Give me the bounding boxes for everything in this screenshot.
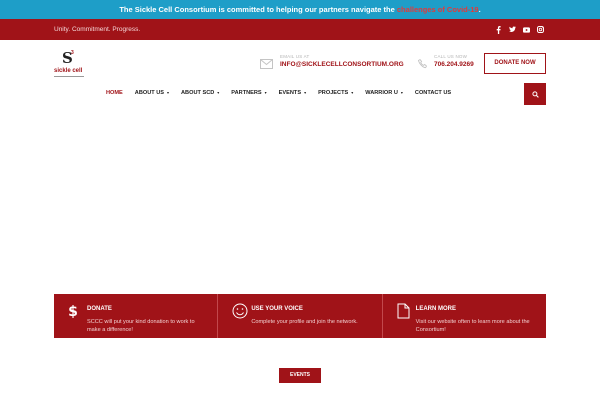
phone-label: CALL US NOW	[434, 54, 468, 59]
logo-superscript: 3	[71, 50, 74, 56]
nav-item-about-scd[interactable]: ABOUT SCD ▾	[175, 88, 225, 98]
nav-item-label: CONTACT US	[414, 90, 452, 96]
nav-item-label: EVENTS	[278, 90, 302, 96]
cta-item-donate[interactable]: $ DONATE SCCC will put your kind donatio…	[54, 294, 219, 338]
nav-item-warrior-u[interactable]: WARRIOR U ▾	[359, 88, 409, 98]
nav-item-partners[interactable]: PARTNERS ▾	[225, 88, 272, 98]
cta-title: USE YOUR VOICE	[251, 306, 303, 312]
search-button[interactable]	[524, 83, 546, 105]
phone-contact: CALL US NOW 706.204.9269	[417, 54, 488, 74]
chevron-down-icon: ▾	[400, 90, 403, 95]
chevron-down-icon: ▾	[304, 90, 307, 95]
smiley-icon	[232, 303, 248, 324]
nav-item-projects[interactable]: PROJECTS ▾	[312, 88, 359, 98]
email-label: EMAIL US AT	[280, 54, 310, 59]
nav-item-home[interactable]: HOME	[100, 88, 129, 98]
covid-challenges-link[interactable]: challenges of Covid-19	[397, 5, 479, 14]
top-bar: Unity. Commitment. Progress.	[0, 19, 600, 40]
announcement-suffix: .	[478, 5, 481, 14]
cta-item-voice[interactable]: USE YOUR VOICE Complete your profile and…	[218, 294, 383, 338]
instagram-icon[interactable]	[537, 26, 544, 33]
chevron-down-icon: ▾	[217, 90, 220, 95]
cta-title: LEARN MORE	[415, 306, 456, 312]
nav-item-label: PROJECTS	[318, 90, 349, 96]
youtube-icon[interactable]	[523, 26, 530, 33]
phone-icon	[417, 56, 428, 74]
twitter-icon[interactable]	[509, 26, 516, 33]
events-button[interactable]: EVENTS	[279, 368, 321, 383]
envelope-icon	[260, 56, 273, 74]
email-contact: EMAIL US AT INFO@SICKLECELLCONSORTIUM.OR…	[260, 54, 420, 74]
search-icon	[531, 85, 539, 103]
nav-item-contact-us[interactable]: CONTACT US	[409, 88, 457, 98]
donate-now-button[interactable]: DONATE NOW	[484, 53, 546, 74]
chevron-down-icon: ▾	[351, 90, 354, 95]
cta-body: Complete your profile and join the netwo…	[251, 319, 358, 325]
logo-underline	[54, 76, 84, 77]
nav-item-label: PARTNERS	[231, 90, 262, 96]
chevron-down-icon: ▾	[264, 90, 267, 95]
facebook-icon[interactable]	[495, 25, 502, 34]
hero-area	[0, 112, 600, 294]
cta-item-learn[interactable]: LEARN MORE Visit our website often to le…	[383, 294, 546, 338]
document-icon	[397, 303, 410, 324]
site-header: S 3 sickle cell EMAIL US AT INFO@SICKLEC…	[0, 40, 600, 112]
dollar-icon: $	[68, 303, 78, 324]
nav-item-label: HOME	[106, 90, 123, 96]
cta-title: DONATE	[87, 306, 112, 312]
main-nav: HOME ABOUT US ▾ ABOUT SCD ▾ PARTNERS ▾ EVENTS ▾ P…	[100, 88, 457, 98]
nav-item-events[interactable]: EVENTS ▾	[273, 88, 312, 98]
nav-item-label: ABOUT SCD	[181, 90, 215, 96]
site-logo[interactable]: S 3 sickle cell	[54, 50, 86, 81]
email-link[interactable]: INFO@SICKLECELLCONSORTIUM.ORG	[280, 61, 404, 68]
social-links	[495, 19, 544, 40]
phone-link[interactable]: 706.204.9269	[434, 61, 474, 68]
cta-band: $ DONATE SCCC will put your kind donatio…	[54, 294, 546, 338]
nav-item-label: ABOUT US	[134, 90, 164, 96]
nav-item-label: WARRIOR U	[365, 90, 398, 96]
cta-body: Visit our website often to learn more ab…	[415, 319, 530, 333]
svg-text:$: $	[68, 304, 78, 319]
cta-body: SCCC will put your kind donation to work…	[87, 319, 195, 333]
announcement-bar: The Sickle Cell Consortium is committed …	[0, 0, 600, 19]
chevron-down-icon: ▾	[167, 90, 170, 95]
announcement-text: The Sickle Cell Consortium is committed …	[119, 5, 397, 14]
tagline: Unity. Commitment. Progress.	[54, 26, 141, 33]
logo-text: sickle cell	[54, 68, 83, 74]
nav-item-about-us[interactable]: ABOUT US ▾	[129, 88, 175, 98]
